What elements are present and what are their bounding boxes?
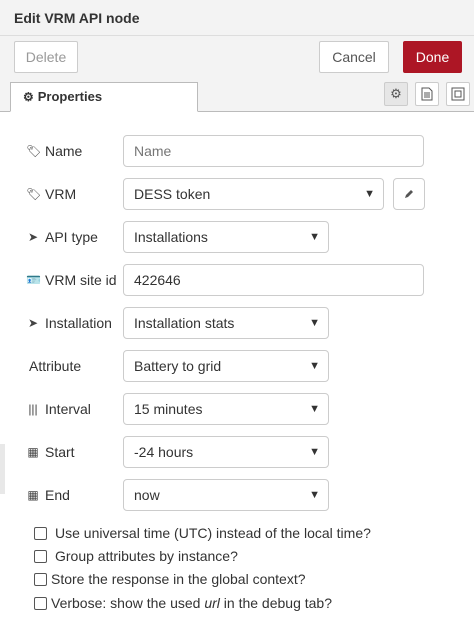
- api-type-select[interactable]: Installations ▼: [123, 221, 329, 253]
- send-arrow-icon: ➤: [27, 230, 39, 244]
- vrm-label: 🏷 VRM: [26, 186, 77, 202]
- pencil-icon: [405, 190, 413, 198]
- chevron-down-icon: ▼: [309, 489, 320, 501]
- verbose-checkbox[interactable]: [34, 596, 47, 610]
- end-label: ▦ End: [27, 487, 70, 503]
- chevron-down-icon: ▼: [309, 403, 320, 415]
- name-input[interactable]: [123, 135, 424, 167]
- interval-select[interactable]: 15 minutes ▼: [123, 393, 329, 425]
- site-id-input[interactable]: 422646: [123, 264, 424, 296]
- dialog-toolbar: Delete Cancel Done: [0, 36, 474, 80]
- api-type-label: ➤ API type: [27, 229, 98, 245]
- cancel-button[interactable]: Cancel: [319, 41, 389, 73]
- verbose-option[interactable]: Verbose: show the used url in the debug …: [34, 595, 332, 611]
- resize-grip[interactable]: [0, 444, 5, 494]
- dialog-header: Edit VRM API node: [0, 0, 474, 36]
- attribute-label: Attribute: [29, 358, 82, 374]
- send-arrow-icon: ➤: [27, 316, 39, 330]
- done-button[interactable]: Done: [403, 41, 462, 73]
- calendar-icon: ▦: [27, 445, 39, 459]
- chevron-down-icon: ▼: [309, 360, 320, 372]
- group-option[interactable]: Group attributes by instance?: [34, 548, 238, 564]
- store-checkbox[interactable]: [34, 572, 47, 586]
- chevron-down-icon: ▼: [364, 188, 375, 200]
- interval-label: ||| Interval: [26, 401, 91, 417]
- appearance-icon: [451, 87, 465, 101]
- gear-icon: ⚙: [390, 86, 402, 101]
- name-label: 🏷 Name: [26, 143, 83, 159]
- barcode-icon: |||: [28, 402, 38, 416]
- delete-button[interactable]: Delete: [14, 41, 78, 73]
- installation-select[interactable]: Installation stats ▼: [123, 307, 329, 339]
- chevron-down-icon: ▼: [309, 446, 320, 458]
- appearance-tab-button[interactable]: [446, 82, 470, 106]
- site-id-label: 🪪 VRM site id: [26, 272, 117, 288]
- tag-icon: 🏷: [26, 144, 42, 158]
- store-option[interactable]: Store the response in the global context…: [34, 571, 306, 587]
- vrm-select[interactable]: DESS token ▼: [123, 178, 384, 210]
- calendar-icon: ▦: [27, 488, 39, 502]
- tab-properties[interactable]: ⚙ Properties: [10, 82, 198, 112]
- chevron-down-icon: ▼: [309, 317, 320, 329]
- description-tab-button[interactable]: [415, 82, 439, 106]
- tab-properties-label: Properties: [37, 89, 103, 104]
- settings-tab-button[interactable]: ⚙: [384, 82, 408, 106]
- tag-icon: 🏷: [26, 187, 42, 201]
- properties-panel: 🏷Name 🏷VRM DESS token ▼ ➤API type Instal…: [0, 112, 474, 634]
- end-select[interactable]: now ▼: [123, 479, 329, 511]
- installation-label: ➤ Installation: [27, 315, 112, 331]
- utc-option[interactable]: Use universal time (UTC) instead of the …: [34, 525, 371, 541]
- edit-config-button[interactable]: [393, 178, 425, 210]
- chevron-down-icon: ▼: [309, 231, 320, 243]
- group-checkbox[interactable]: [34, 549, 47, 563]
- description-icon: [421, 87, 433, 101]
- id-card-icon: 🪪: [26, 273, 41, 287]
- start-select[interactable]: -24 hours ▼: [123, 436, 329, 468]
- gear-icon: ⚙: [23, 90, 34, 104]
- attribute-select[interactable]: Battery to grid ▼: [123, 350, 329, 382]
- tab-bar: ⚙ Properties ⚙: [0, 80, 474, 112]
- dialog-title: Edit VRM API node: [14, 10, 140, 26]
- start-label: ▦ Start: [27, 444, 75, 460]
- utc-checkbox[interactable]: [34, 526, 47, 540]
